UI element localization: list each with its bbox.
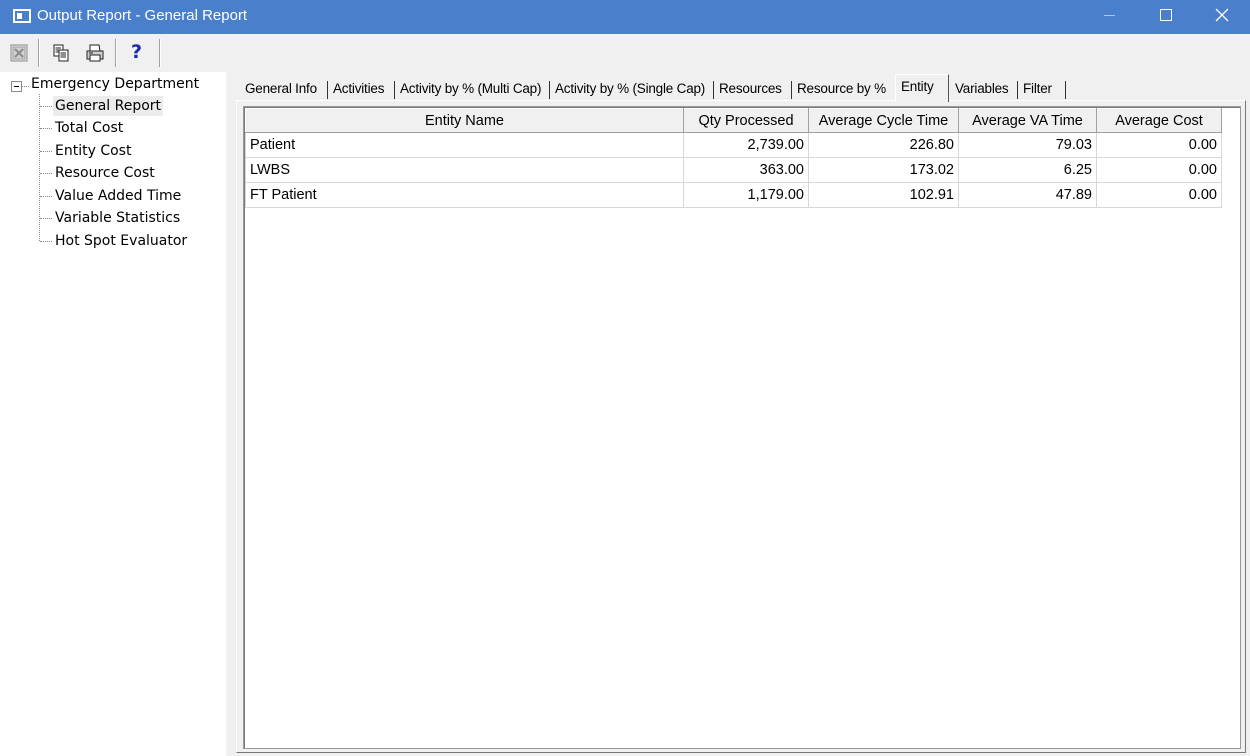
tab-resources[interactable]: Resources: [714, 77, 792, 101]
tab-variables[interactable]: Variables: [950, 77, 1018, 101]
print-icon: [86, 44, 104, 62]
toolbar: ?: [0, 34, 1250, 72]
cell-entity-name: LWBS: [245, 157, 684, 183]
cell-average-cycle-time: 173.02: [808, 157, 959, 183]
table-row[interactable]: LWBS 363.00 173.02 6.25 0.00: [245, 157, 1222, 183]
header-qty-processed[interactable]: Qty Processed: [683, 108, 809, 133]
tab-panel: Entity Name Qty Processed Average Cycle …: [236, 100, 1246, 753]
help-button[interactable]: ?: [124, 40, 150, 66]
tree-root-emergency-department[interactable]: Emergency Department: [31, 76, 199, 92]
tab-activity-multi-cap[interactable]: Activity by % (Multi Cap): [395, 77, 550, 101]
cell-average-cycle-time: 226.80: [808, 132, 959, 158]
copy-button[interactable]: [48, 40, 74, 66]
entity-table: Entity Name Qty Processed Average Cycle …: [245, 108, 1222, 208]
tab-entity[interactable]: Entity: [895, 74, 949, 102]
cell-average-va-time: 6.25: [958, 157, 1097, 183]
tab-general-info[interactable]: General Info: [240, 77, 328, 101]
cell-qty-processed: 2,739.00: [683, 132, 809, 158]
window-title: Output Report - General Report: [37, 7, 248, 24]
app-icon: [13, 9, 31, 23]
title-bar: Output Report - General Report: [0, 0, 1250, 34]
tree-item-hot-spot-evaluator[interactable]: Hot Spot Evaluator: [53, 231, 189, 251]
tab-filter[interactable]: Filter: [1018, 77, 1066, 101]
minimize-button[interactable]: [1082, 0, 1138, 34]
entity-grid: Entity Name Qty Processed Average Cycle …: [243, 106, 1241, 749]
help-icon: ?: [131, 41, 143, 63]
close-window-button[interactable]: [1194, 0, 1250, 34]
cell-average-cycle-time: 102.91: [808, 182, 959, 208]
close-report-icon: [10, 44, 28, 62]
cell-average-va-time: 47.89: [958, 182, 1097, 208]
print-button[interactable]: [82, 40, 108, 66]
close-icon: [1215, 8, 1229, 22]
header-average-cycle-time[interactable]: Average Cycle Time: [808, 108, 959, 133]
header-entity-name[interactable]: Entity Name: [245, 108, 684, 133]
minimize-icon: [1104, 15, 1115, 16]
header-average-cost[interactable]: Average Cost: [1096, 108, 1222, 133]
tab-resource-by-percent[interactable]: Resource by %: [792, 77, 895, 101]
report-tree: Emergency Department General Report Tota…: [4, 72, 226, 756]
tree-item-value-added-time[interactable]: Value Added Time: [53, 186, 183, 206]
report-tab-area: General Info Activities Activity by % (M…: [232, 72, 1250, 756]
cell-average-cost: 0.00: [1096, 132, 1222, 158]
cell-average-cost: 0.00: [1096, 182, 1222, 208]
copy-icon: [53, 44, 69, 62]
cell-average-cost: 0.00: [1096, 157, 1222, 183]
maximize-button[interactable]: [1138, 0, 1194, 34]
maximize-icon: [1160, 9, 1172, 21]
cell-qty-processed: 363.00: [683, 157, 809, 183]
tree-item-general-report[interactable]: General Report: [53, 96, 164, 116]
tree-item-total-cost[interactable]: Total Cost: [53, 118, 125, 138]
table-header-row: Entity Name Qty Processed Average Cycle …: [245, 108, 1222, 133]
collapse-toggle[interactable]: [11, 81, 22, 92]
table-row[interactable]: Patient 2,739.00 226.80 79.03 0.00: [245, 132, 1222, 158]
header-average-va-time[interactable]: Average VA Time: [958, 108, 1097, 133]
cell-entity-name: FT Patient: [245, 182, 684, 208]
cell-entity-name: Patient: [245, 132, 684, 158]
table-row[interactable]: FT Patient 1,179.00 102.91 47.89 0.00: [245, 182, 1222, 208]
tab-activity-single-cap[interactable]: Activity by % (Single Cap): [550, 77, 714, 101]
cell-average-va-time: 79.03: [958, 132, 1097, 158]
tab-activities[interactable]: Activities: [328, 77, 395, 101]
tree-item-resource-cost[interactable]: Resource Cost: [53, 163, 157, 183]
close-report-button[interactable]: [6, 40, 32, 66]
tree-item-entity-cost[interactable]: Entity Cost: [53, 141, 133, 161]
cell-qty-processed: 1,179.00: [683, 182, 809, 208]
tree-item-variable-statistics[interactable]: Variable Statistics: [53, 208, 182, 228]
